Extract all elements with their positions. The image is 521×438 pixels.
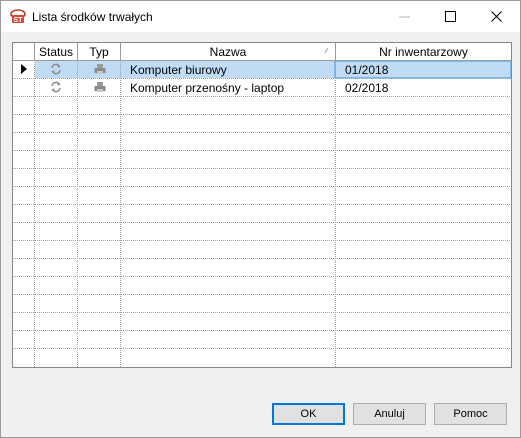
assets-grid[interactable]: Status Typ Nazwa Nr inwentarzowy Kompute… — [12, 42, 512, 368]
refresh-icon — [49, 80, 63, 94]
ok-button[interactable]: OK — [272, 403, 345, 425]
column-header-type[interactable]: Typ — [78, 44, 120, 60]
minimize-icon — [399, 16, 410, 18]
row-2-inventory-number[interactable]: 02/2018 — [345, 80, 388, 96]
row-1-inventory-number[interactable]: 01/2018 — [345, 62, 388, 78]
column-header-inventory-number[interactable]: Nr inwentarzowy — [336, 44, 511, 60]
column-header-status[interactable]: Status — [35, 44, 77, 60]
close-icon — [491, 11, 502, 22]
title-bar[interactable]: ST Lista środków trwałych — [1, 1, 520, 32]
column-header-name[interactable]: Nazwa — [121, 44, 335, 60]
row-2-name[interactable]: Komputer przenośny - laptop — [130, 80, 284, 96]
row-pointer-icon — [21, 64, 27, 74]
close-button[interactable] — [474, 1, 520, 32]
dialog-window: ST Lista środków trwałych Status Typ Naz… — [0, 0, 521, 438]
cancel-button[interactable]: Anuluj — [353, 403, 426, 425]
minimize-button[interactable] — [382, 1, 428, 32]
window-title: Lista środków trwałych — [32, 10, 153, 24]
printer-icon — [93, 80, 107, 94]
maximize-icon — [445, 11, 456, 22]
row-1-name[interactable]: Komputer biurowy — [130, 62, 227, 78]
svg-text:ST: ST — [14, 17, 24, 24]
app-logo-icon: ST — [10, 9, 26, 24]
printer-icon — [93, 62, 107, 76]
help-button[interactable]: Pomoc — [434, 403, 507, 425]
refresh-icon — [49, 62, 63, 76]
maximize-button[interactable] — [428, 1, 474, 32]
